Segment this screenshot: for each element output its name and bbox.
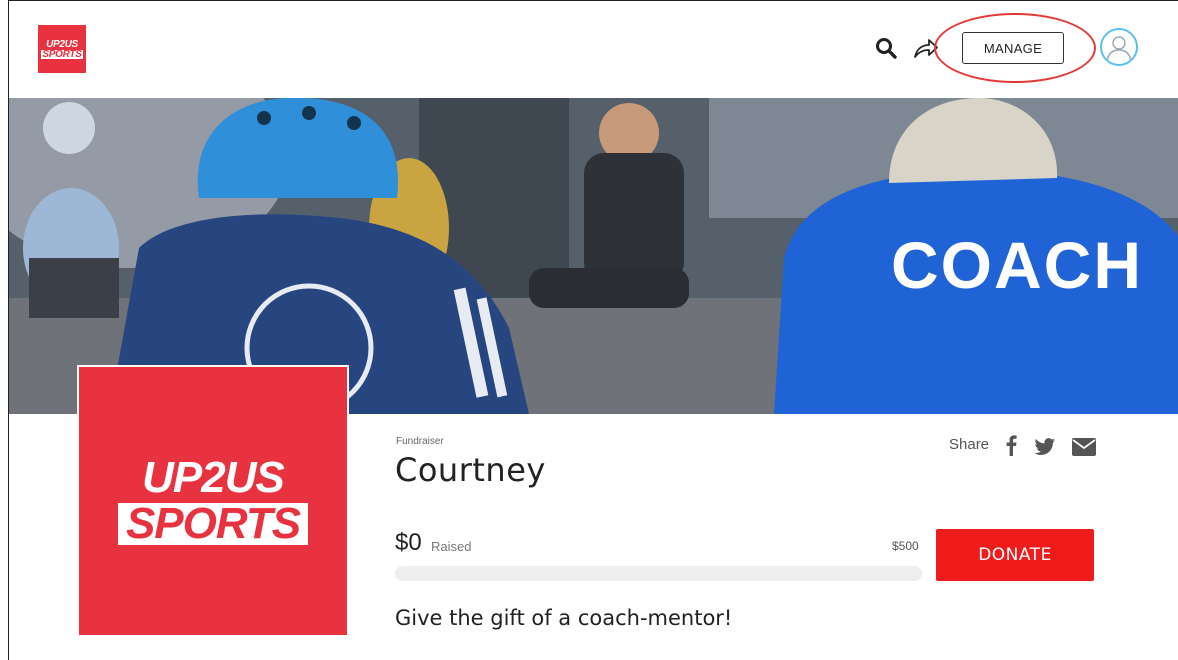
fundraiser-tagline: Give the gift of a coach-mentor! [395, 606, 733, 630]
search-icon[interactable] [875, 37, 897, 59]
fundraiser-logo-line2: SPORTS [117, 502, 309, 546]
twitter-icon[interactable] [1034, 438, 1056, 456]
site-header: UP2US SPORTS MANAGE [9, 1, 1178, 98]
email-icon[interactable] [1072, 438, 1096, 456]
share-label: Share [949, 436, 990, 453]
fundraiser-type-label: Fundraiser [396, 436, 444, 447]
site-logo[interactable]: UP2US SPORTS [38, 25, 86, 73]
page-frame: UP2US SPORTS MANAGE COACH UP2US SPORTS F… [8, 0, 1178, 660]
user-avatar-icon[interactable] [1100, 28, 1138, 66]
raised-label: Raised [431, 539, 472, 554]
share-arrow-icon[interactable] [913, 37, 939, 59]
facebook-icon[interactable] [1005, 434, 1017, 456]
site-logo-line1: UP2US [46, 38, 78, 50]
goal-amount: $500 [892, 539, 919, 553]
fundraiser-name: Courtney [395, 451, 546, 489]
raised-amount: $0 [395, 529, 422, 556]
site-logo-line2: SPORTS [41, 48, 83, 60]
donate-button[interactable]: DONATE [936, 529, 1094, 581]
coach-shirt-text: COACH [891, 228, 1143, 302]
fundraiser-logo-line1: UP2US [142, 453, 285, 502]
progress-bar [395, 566, 922, 581]
manage-button[interactable]: MANAGE [962, 32, 1064, 64]
user-silhouette-icon [1106, 36, 1132, 63]
fundraiser-logo: UP2US SPORTS [77, 365, 349, 637]
